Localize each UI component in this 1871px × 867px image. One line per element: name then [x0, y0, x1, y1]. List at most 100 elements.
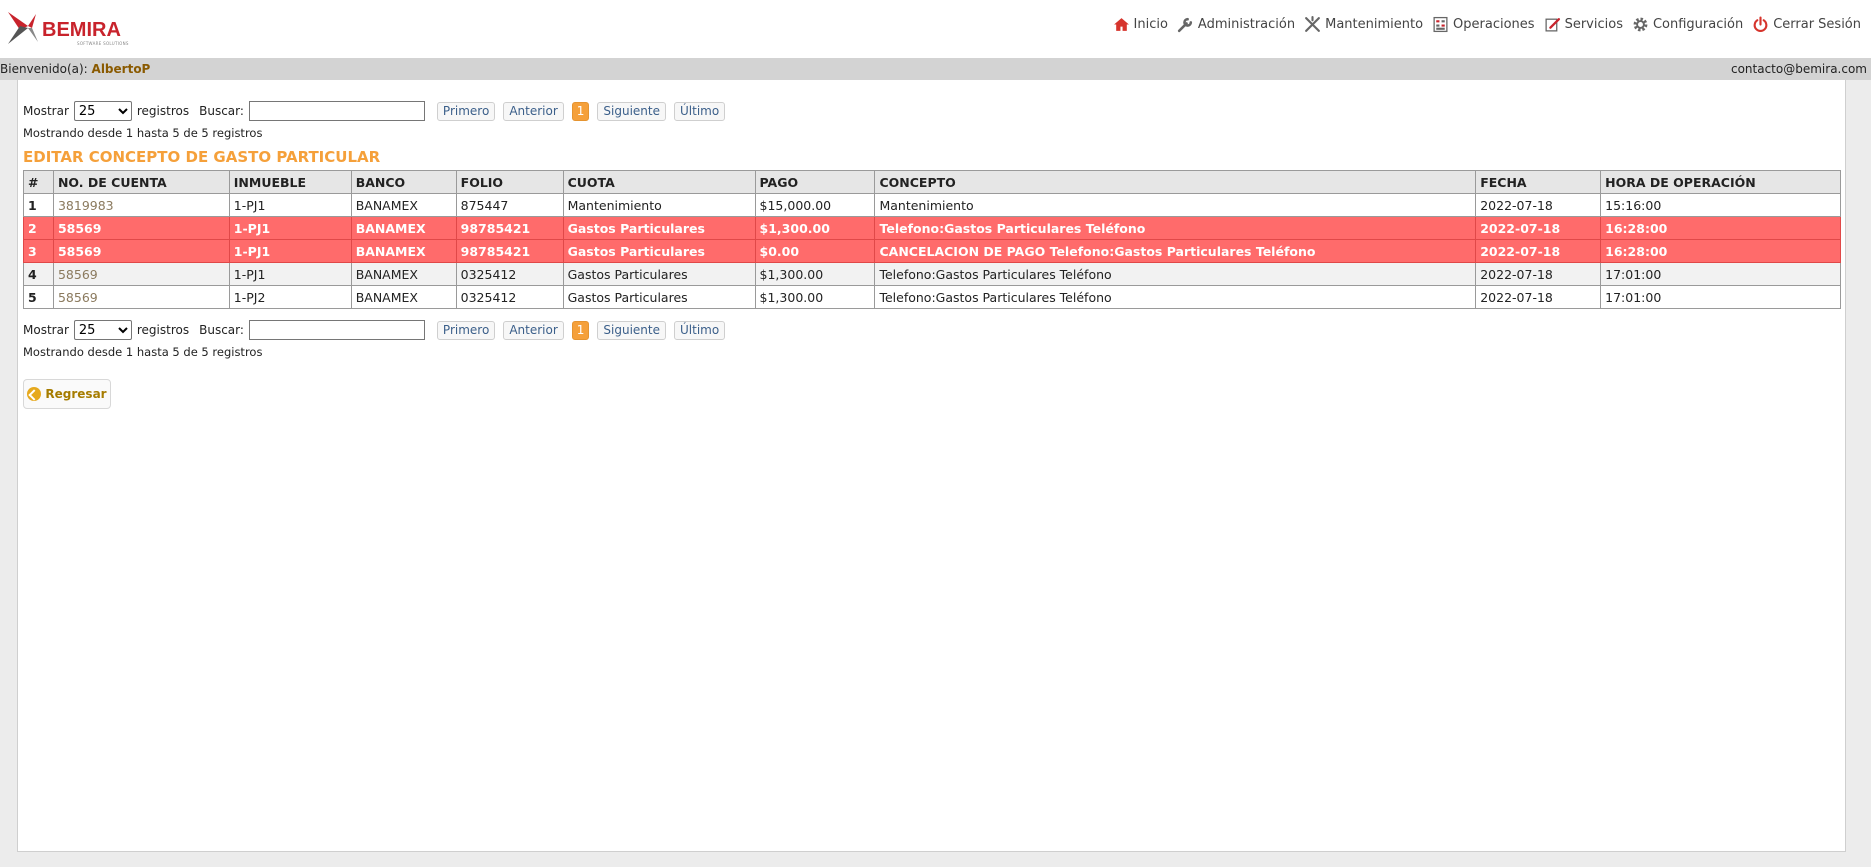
- cell-date: 2022-07-18: [1475, 262, 1602, 286]
- col-header[interactable]: CONCEPTO: [874, 170, 1477, 194]
- show-label: Mostrar: [23, 323, 69, 337]
- col-header[interactable]: #: [23, 170, 54, 194]
- table-row[interactable]: 4 58569 1-PJ1 BANAMEX 0325412 Gastos Par…: [23, 262, 1841, 286]
- cell-folio: 0325412: [455, 262, 564, 286]
- records-info-top: Mostrando desde 1 hasta 5 de 5 registros: [23, 126, 263, 140]
- nav-label: Mantenimiento: [1325, 17, 1424, 32]
- show-label: Mostrar: [23, 104, 69, 118]
- cell-bank: BANAMEX: [350, 285, 457, 309]
- cell-payment: $15,000.00: [754, 193, 876, 217]
- cell-time: 15:16:00: [1600, 193, 1841, 217]
- page-1-button[interactable]: 1: [571, 320, 590, 340]
- cell-account-link[interactable]: 58569: [52, 285, 230, 309]
- cell-concept: Mantenimiento: [874, 193, 1477, 217]
- cell-bank: BANAMEX: [350, 239, 457, 263]
- col-header[interactable]: PAGO: [754, 170, 876, 194]
- last-page-button[interactable]: Último: [674, 101, 726, 121]
- cell-time: 16:28:00: [1600, 239, 1841, 263]
- nav-operaciones[interactable]: Operaciones: [1432, 16, 1535, 33]
- cell-account-link[interactable]: 58569: [52, 239, 230, 263]
- col-header[interactable]: FOLIO: [455, 170, 564, 194]
- welcome-prefix: Bienvenido(a):: [0, 62, 88, 76]
- table-row[interactable]: 2 58569 1-PJ1 BANAMEX 98785421 Gastos Pa…: [23, 216, 1841, 240]
- col-header[interactable]: NO. DE CUENTA: [52, 170, 230, 194]
- search-label: Buscar:: [199, 104, 244, 118]
- page-size-select[interactable]: 25: [73, 320, 132, 340]
- cell-index: 2: [23, 216, 54, 240]
- prev-page-button[interactable]: Anterior: [503, 320, 564, 340]
- table-controls-bottom: Mostrar 25 registros Buscar: Primero Ant…: [23, 320, 726, 340]
- col-header[interactable]: INMUEBLE: [228, 170, 352, 194]
- cell-time: 17:01:00: [1600, 285, 1841, 309]
- page-size-select[interactable]: 25: [73, 101, 132, 121]
- next-page-button[interactable]: Siguiente: [597, 101, 666, 121]
- table-row[interactable]: 1 3819983 1-PJ1 BANAMEX 875447 Mantenimi…: [23, 193, 1841, 217]
- search-input[interactable]: [248, 101, 425, 121]
- cell-index: 3: [23, 239, 54, 263]
- welcome-user: AlbertoP: [91, 62, 151, 76]
- cell-time: 16:28:00: [1600, 216, 1841, 240]
- next-page-button[interactable]: Siguiente: [597, 320, 666, 340]
- col-header[interactable]: BANCO: [350, 170, 457, 194]
- cell-fee: Mantenimiento: [562, 193, 756, 217]
- nav-label: Cerrar Sesión: [1773, 17, 1861, 32]
- table-controls-top: Mostrar 25 registros Buscar: Primero Ant…: [23, 101, 726, 121]
- cell-account-link[interactable]: 58569: [52, 216, 230, 240]
- back-button-label: Regresar: [45, 387, 107, 401]
- nav-configuracion[interactable]: Configuración: [1632, 16, 1743, 33]
- page-1-button[interactable]: 1: [571, 101, 590, 121]
- cell-account-link[interactable]: 58569: [52, 262, 230, 286]
- col-header[interactable]: HORA DE OPERACIÓN: [1600, 170, 1841, 194]
- cell-concept: Telefono:Gastos Particulares Teléfono: [874, 285, 1477, 309]
- logo-subtext: SOFTWARE SOLUTIONS: [77, 41, 129, 46]
- home-icon: [1113, 18, 1129, 31]
- cell-fee: Gastos Particulares: [562, 285, 756, 309]
- welcome-bar: Bienvenido(a): AlbertoP contacto@bemira.…: [0, 58, 1871, 80]
- cell-property: 1-PJ1: [228, 216, 352, 240]
- cell-folio: 0325412: [455, 285, 564, 309]
- nav-administracion[interactable]: Administración: [1177, 16, 1295, 33]
- cell-account-link[interactable]: 3819983: [52, 193, 230, 217]
- cell-folio: 98785421: [455, 239, 564, 263]
- main-nav: Inicio Administración Mantenimiento Oper…: [1104, 16, 1861, 33]
- nav-cerrar-sesion[interactable]: Cerrar Sesión: [1752, 16, 1861, 33]
- first-page-button[interactable]: Primero: [436, 101, 496, 121]
- cell-index: 4: [23, 262, 54, 286]
- bemira-logo[interactable]: BEMIRA SOFTWARE SOLUTIONS: [6, 8, 134, 48]
- edit-icon: [1545, 18, 1560, 32]
- welcome-text: Bienvenido(a): AlbertoP: [0, 58, 150, 80]
- last-page-button[interactable]: Último: [674, 320, 726, 340]
- first-page-button[interactable]: Primero: [436, 320, 496, 340]
- records-label: registros: [136, 104, 190, 118]
- cell-property: 1-PJ1: [228, 193, 352, 217]
- nav-servicios[interactable]: Servicios: [1544, 16, 1623, 33]
- table-header-row: # NO. DE CUENTA INMUEBLE BANCO FOLIO CUO…: [23, 170, 1841, 194]
- cell-fee: Gastos Particulares: [562, 216, 756, 240]
- col-header[interactable]: CUOTA: [562, 170, 756, 194]
- nav-mantenimiento[interactable]: Mantenimiento: [1304, 16, 1423, 33]
- cell-payment: $0.00: [754, 239, 876, 263]
- main-panel: Mostrar 25 registros Buscar: Primero Ant…: [17, 80, 1846, 852]
- back-button[interactable]: Regresar: [23, 379, 111, 409]
- cell-bank: BANAMEX: [350, 216, 457, 240]
- records-label: registros: [136, 323, 190, 337]
- search-input[interactable]: [248, 320, 425, 340]
- tools-icon: [1305, 16, 1321, 32]
- cell-property: 1-PJ2: [228, 285, 352, 309]
- search-label: Buscar:: [199, 323, 244, 337]
- table-row[interactable]: 5 58569 1-PJ2 BANAMEX 0325412 Gastos Par…: [23, 285, 1841, 309]
- col-header[interactable]: FECHA: [1475, 170, 1602, 194]
- page-title: EDITAR CONCEPTO DE GASTO PARTICULAR: [23, 148, 381, 166]
- prev-page-button[interactable]: Anterior: [503, 101, 564, 121]
- cell-bank: BANAMEX: [350, 193, 457, 217]
- cell-time: 17:01:00: [1600, 262, 1841, 286]
- cell-date: 2022-07-18: [1475, 193, 1602, 217]
- cell-payment: $1,300.00: [754, 262, 876, 286]
- nav-inicio[interactable]: Inicio: [1113, 16, 1168, 33]
- cell-date: 2022-07-18: [1475, 216, 1602, 240]
- nav-label: Servicios: [1564, 17, 1623, 32]
- table-row[interactable]: 3 58569 1-PJ1 BANAMEX 98785421 Gastos Pa…: [23, 239, 1841, 263]
- nav-label: Configuración: [1652, 17, 1744, 32]
- cell-folio: 875447: [455, 193, 564, 217]
- cell-payment: $1,300.00: [754, 216, 876, 240]
